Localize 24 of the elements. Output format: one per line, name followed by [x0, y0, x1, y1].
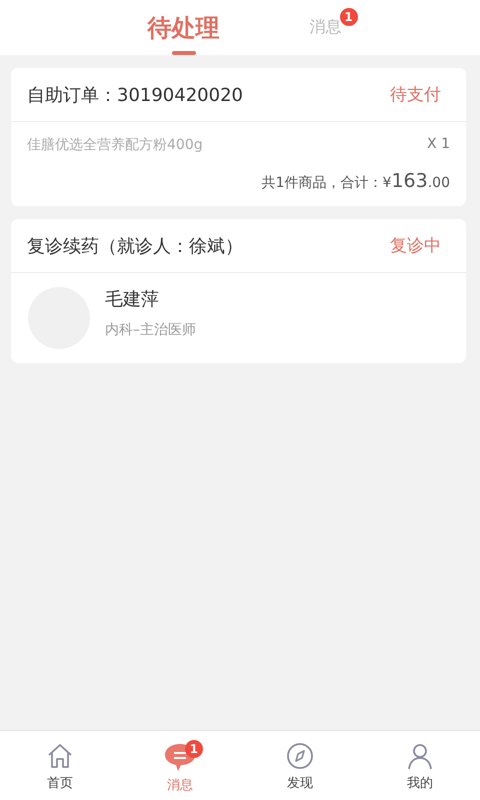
person-icon: [406, 742, 434, 770]
home-icon: [46, 742, 74, 770]
product-name: 佳膳优选全营养配方粉400g: [27, 136, 203, 154]
consultation-status: 复诊中: [390, 235, 441, 257]
nav-tab[interactable]: 发现: [240, 731, 360, 800]
nav-tab[interactable]: 我的: [360, 731, 480, 800]
nav-tab[interactable]: 消息 1: [120, 731, 240, 800]
currency-sign: ¥: [382, 175, 392, 191]
order-status: 待支付: [390, 84, 441, 106]
doctor-name: 毛建萍: [105, 288, 160, 311]
consultation-card[interactable]: 复诊续药（就诊人：徐斌） 复诊中 毛建萍 内科–主治医师: [11, 219, 466, 363]
tab-indicator: [172, 51, 196, 55]
total-amount: 163: [391, 170, 428, 192]
compass-icon: [286, 742, 314, 770]
order-card[interactable]: 自助订单：30190420020 待支付 佳膳优选全营养配方粉400g X 1 共1件商品，合计：¥163.00: [11, 68, 466, 206]
nav-tab[interactable]: 首页: [0, 731, 120, 800]
count-badge: 1: [184, 740, 203, 758]
total-cents: .00: [428, 175, 450, 191]
consultation-title: 复诊续药（就诊人：徐斌）: [27, 234, 243, 258]
count-badge: 1: [340, 8, 358, 26]
quantity: X 1: [427, 136, 450, 154]
order-summary: 共1件商品，合计：: [262, 174, 383, 192]
doctor-title: 内科–主治医师: [105, 321, 196, 339]
order-title: 自助订单：30190420020: [27, 84, 243, 106]
